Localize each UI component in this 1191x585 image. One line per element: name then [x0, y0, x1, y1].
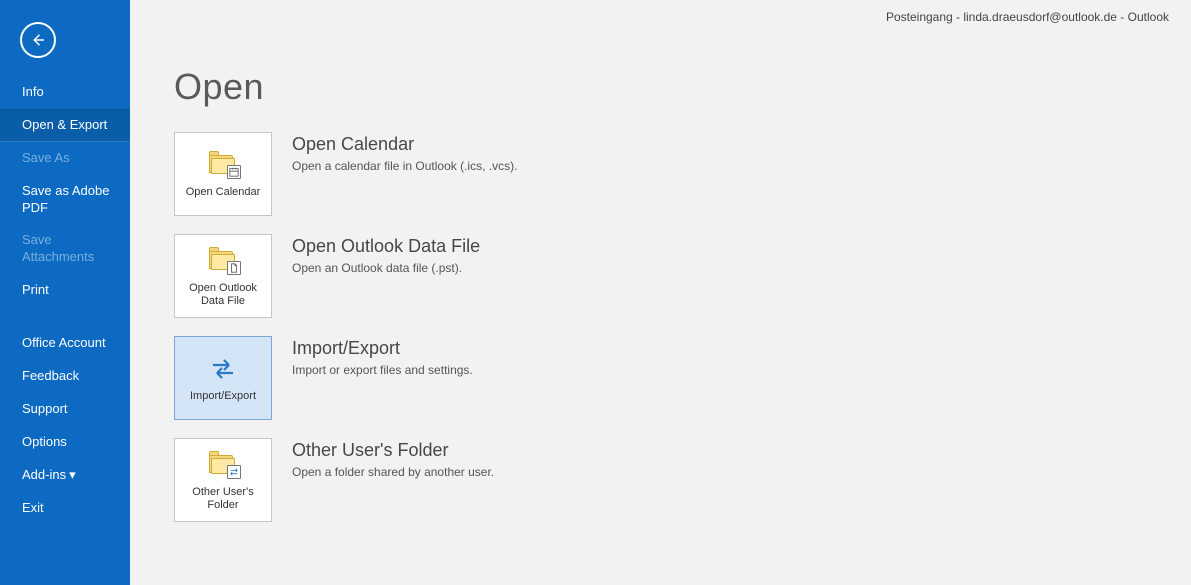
action-desc: Import or export files and settings.: [292, 363, 473, 377]
action-open-data-file: Open Outlook Data File Open Outlook Data…: [174, 234, 1191, 318]
tile-open-calendar[interactable]: Open Calendar: [174, 132, 272, 216]
sidebar-item-label: Add-ins: [22, 467, 66, 482]
tile-label: Other User's Folder: [179, 486, 267, 512]
sidebar-item-open-export[interactable]: Open & Export: [0, 109, 130, 142]
action-title: Import/Export: [292, 338, 473, 359]
sidebar-item-options[interactable]: Options: [0, 426, 130, 459]
sidebar-item-exit[interactable]: Exit: [0, 492, 130, 525]
sidebar-item-save-as: Save As: [0, 142, 130, 175]
sidebar-item-save-adobe-pdf[interactable]: Save as Adobe PDF: [0, 175, 130, 225]
action-desc: Open a folder shared by another user.: [292, 465, 494, 479]
backstage-sidebar: Info Open & Export Save As Save as Adobe…: [0, 0, 130, 585]
sidebar-item-save-attachments: Save Attachments: [0, 224, 130, 274]
action-title: Other User's Folder: [292, 440, 494, 461]
arrow-left-icon: [29, 31, 47, 49]
open-calendar-icon: [209, 148, 237, 182]
action-title: Open Calendar: [292, 134, 517, 155]
sidebar-item-print[interactable]: Print: [0, 274, 130, 307]
sidebar-item-office-account[interactable]: Office Account: [0, 327, 130, 360]
backstage-main: Posteingang - linda.draeusdorf@outlook.d…: [130, 0, 1191, 585]
action-list: Open Calendar Open Calendar Open a calen…: [174, 132, 1191, 522]
tile-label: Import/Export: [190, 390, 256, 403]
tile-import-export[interactable]: Import/Export: [174, 336, 272, 420]
tile-open-data-file[interactable]: Open Outlook Data File: [174, 234, 272, 318]
action-title: Open Outlook Data File: [292, 236, 480, 257]
action-import-export: Import/Export Import/Export Import or ex…: [174, 336, 1191, 420]
page-title: Open: [174, 66, 1191, 108]
action-desc: Open an Outlook data file (.pst).: [292, 261, 480, 275]
sidebar-item-info[interactable]: Info: [0, 76, 130, 109]
sidebar-item-add-ins[interactable]: Add-ins▾: [0, 459, 130, 492]
tile-label: Open Calendar: [186, 186, 261, 199]
open-data-file-icon: [209, 244, 237, 278]
action-open-calendar: Open Calendar Open Calendar Open a calen…: [174, 132, 1191, 216]
sidebar-item-support[interactable]: Support: [0, 393, 130, 426]
sidebar-item-feedback[interactable]: Feedback: [0, 360, 130, 393]
chevron-down-icon: ▾: [69, 467, 76, 484]
action-desc: Open a calendar file in Outlook (.ics, .…: [292, 159, 517, 173]
window-title: Posteingang - linda.draeusdorf@outlook.d…: [886, 10, 1169, 24]
import-export-icon: [209, 352, 237, 386]
back-button[interactable]: [20, 22, 56, 58]
other-users-folder-icon: [209, 448, 237, 482]
tile-other-users-folder[interactable]: Other User's Folder: [174, 438, 272, 522]
action-other-users-folder: Other User's Folder Other User's Folder …: [174, 438, 1191, 522]
tile-label: Open Outlook Data File: [179, 282, 267, 308]
